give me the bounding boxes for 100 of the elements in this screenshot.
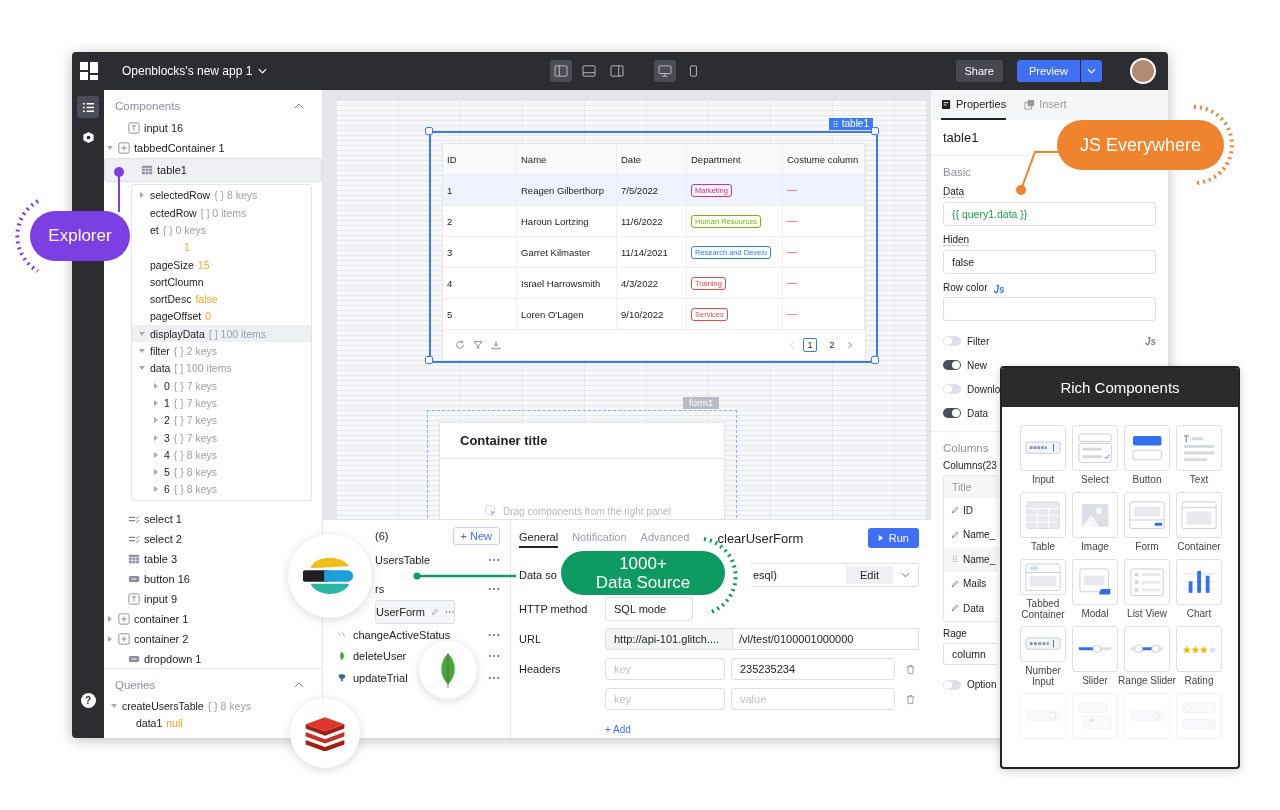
component-item[interactable]: container 1: [104, 608, 195, 629]
tree-row[interactable]: pageSize 15: [132, 255, 311, 274]
widget-tile[interactable]: [1020, 559, 1066, 595]
caret-icon[interactable]: [154, 469, 158, 476]
header-value-field[interactable]: value: [731, 688, 895, 710]
resize-handle[interactable]: [425, 127, 433, 135]
tree-row[interactable]: 3 { } 7 keys: [132, 428, 311, 447]
query-item[interactable]: updateTrial: [323, 667, 500, 689]
data-field[interactable]: {{ query1.data }}: [943, 202, 1156, 226]
tree-row[interactable]: displayData [ ] 100 items: [132, 325, 311, 343]
tree-row[interactable]: 1 { } 7 keys: [132, 394, 311, 412]
widget-tile[interactable]: [1176, 559, 1222, 605]
component-item[interactable]: container 2: [104, 628, 195, 649]
pencil-icon[interactable]: [430, 607, 439, 617]
add-header-link[interactable]: + Add: [605, 723, 631, 735]
caret-icon[interactable]: [154, 486, 158, 493]
query-item[interactable]: changeActiveStatus: [323, 624, 500, 646]
new-query-button[interactable]: + New: [452, 527, 500, 545]
column-item[interactable]: Mails: [944, 571, 998, 596]
column-header[interactable]: ID: [443, 144, 517, 174]
tree-row[interactable]: data [ ] 100 items: [132, 359, 311, 377]
toggle-switch[interactable]: [943, 408, 961, 418]
component-item[interactable]: button 16: [104, 568, 196, 589]
url-path-field[interactable]: /vl/test/0100001000000: [733, 628, 919, 650]
tree-row[interactable]: filter { } 2 keys: [132, 342, 311, 360]
more-icon[interactable]: [488, 632, 500, 637]
query-tab[interactable]: General: [519, 528, 559, 548]
widget-tile[interactable]: [1176, 492, 1222, 538]
tree-row[interactable]: 5 { } 8 keys: [132, 463, 311, 481]
more-icon[interactable]: [488, 587, 500, 592]
user-avatar[interactable]: [1130, 58, 1156, 84]
component-item[interactable]: table 3: [104, 548, 184, 569]
component-item[interactable]: select 2: [104, 529, 188, 549]
component-item[interactable]: select 1: [104, 509, 188, 529]
refresh-icon[interactable]: [455, 340, 465, 350]
rail-button[interactable]: [77, 96, 99, 118]
widget-tile[interactable]: [1072, 559, 1118, 605]
download-icon[interactable]: [491, 340, 501, 350]
form-frame[interactable]: Container title Drag components from the right panel: [427, 410, 737, 519]
caret-icon[interactable]: [154, 434, 158, 441]
preview-button[interactable]: Preview: [1016, 60, 1080, 82]
component-item[interactable]: input 16: [104, 118, 190, 138]
page-button[interactable]: 1: [803, 338, 817, 352]
more-icon[interactable]: [488, 675, 500, 680]
column-item[interactable]: Name_: [944, 522, 998, 547]
caret-icon[interactable]: [154, 399, 158, 406]
tree-row[interactable]: et { } 0 keys: [132, 221, 311, 239]
widget-tile[interactable]: [1020, 425, 1066, 471]
header-key-field[interactable]: key: [605, 688, 725, 710]
next-page-icon[interactable]: [847, 340, 853, 350]
caret-icon[interactable]: [140, 192, 144, 199]
widget-tile[interactable]: [1020, 492, 1066, 538]
resize-handle[interactable]: [871, 356, 879, 364]
more-icon[interactable]: [488, 654, 500, 659]
js-badge[interactable]: Js: [1144, 335, 1156, 347]
widget-tile[interactable]: [1020, 626, 1066, 662]
widget-tile[interactable]: [1124, 559, 1170, 605]
header-value-field[interactable]: 235235234: [731, 658, 895, 680]
layout-toggle[interactable]: [550, 60, 572, 82]
widget-tile[interactable]: [1176, 626, 1222, 672]
caret-icon[interactable]: [108, 635, 112, 642]
tree-row[interactable]: pageOffset 0: [132, 307, 311, 326]
row-color-field[interactable]: [943, 297, 1156, 321]
header-key-field[interactable]: key: [605, 658, 725, 680]
component-item[interactable]: tabbedContainer 1: [104, 137, 231, 158]
query-item[interactable]: UsersTable: [375, 549, 500, 571]
device-toggle[interactable]: [654, 60, 676, 82]
panel-tab[interactable]: Properties: [941, 90, 1007, 120]
tree-row[interactable]: 6 { } 8 keys: [132, 480, 311, 499]
method-select[interactable]: SQL mode: [605, 597, 693, 621]
app-title[interactable]: Openblocks's new app 1: [122, 64, 268, 78]
caret-icon[interactable]: [139, 331, 145, 336]
widget-tile[interactable]: [1072, 626, 1118, 672]
widget-tile[interactable]: [1124, 425, 1170, 471]
widget-tile[interactable]: [1124, 626, 1170, 672]
hidden-field[interactable]: false: [943, 250, 1156, 274]
toggle-switch[interactable]: [943, 679, 961, 690]
preview-dropdown-button[interactable]: [1081, 60, 1102, 82]
resize-handle[interactable]: [871, 127, 879, 135]
more-icon[interactable]: [488, 557, 500, 562]
component-item[interactable]: input 9: [104, 588, 184, 609]
column-header[interactable]: Department: [687, 144, 783, 174]
caret-icon[interactable]: [154, 417, 158, 424]
filter-icon[interactable]: [473, 340, 483, 350]
tree-row[interactable]: selectedRow { } 8 keys: [132, 186, 311, 205]
caret-icon[interactable]: [154, 382, 158, 389]
caret-icon[interactable]: [139, 366, 145, 371]
component-item[interactable]: dropdown 1: [104, 648, 208, 669]
column-item[interactable]: ID: [944, 498, 998, 523]
toggle-switch[interactable]: [943, 336, 961, 346]
component-badge[interactable]: table1: [828, 118, 873, 130]
more-icon[interactable]: [444, 610, 454, 614]
resize-handle[interactable]: [425, 356, 433, 364]
tree-row[interactable]: sortDesc false: [132, 290, 311, 308]
collapse-icon[interactable]: [294, 103, 304, 109]
caret-icon[interactable]: [108, 615, 112, 622]
column-item[interactable]: Data: [944, 596, 998, 621]
tree-row[interactable]: 2 { } 7 keys: [132, 411, 311, 429]
column-header[interactable]: Date: [617, 144, 687, 174]
tree-row[interactable]: data1 null: [104, 714, 189, 733]
